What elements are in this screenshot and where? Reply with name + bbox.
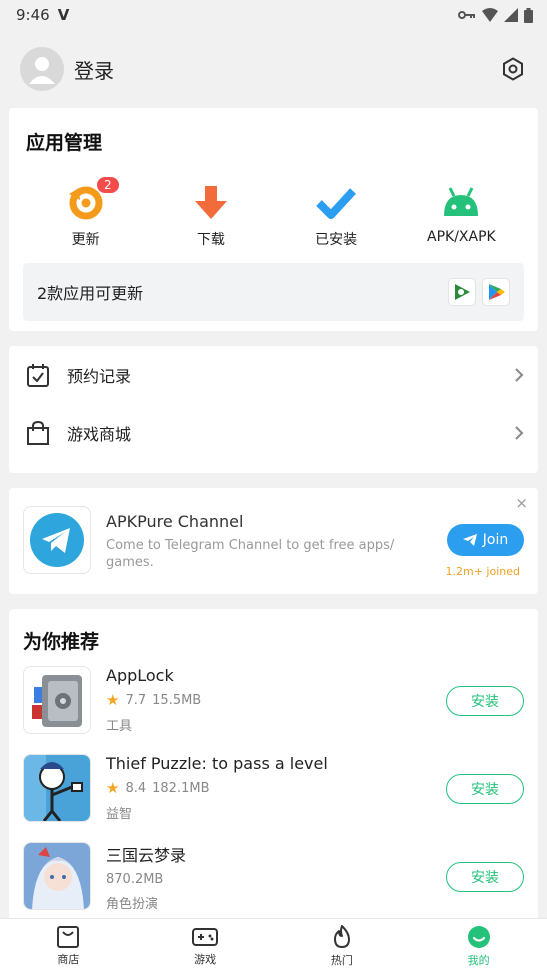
download-arrow-icon — [191, 183, 231, 223]
install-button[interactable]: 安装 — [446, 862, 524, 892]
store-icon — [57, 925, 80, 948]
app-category: 工具 — [106, 719, 133, 734]
thief-puzzle-app-icon — [23, 754, 91, 822]
app-category: 益智 — [106, 807, 133, 822]
apk-xapk-label: APK/XAPK — [427, 229, 496, 245]
sanguo-app-icon — [23, 842, 91, 910]
recommendations-list: AppLock ★ 7.7 15.5MB 工具 安装 Thief Puzzle:… — [23, 666, 524, 930]
calendar-check-icon — [27, 364, 49, 387]
available-updates-bar[interactable]: 2款应用可更新 — [23, 263, 524, 321]
promo-title: APKPure Channel — [106, 512, 244, 531]
chevron-right-icon — [515, 368, 524, 382]
clock: 9:46 — [16, 6, 50, 24]
available-updates-text: 2款应用可更新 — [37, 284, 144, 303]
download-action[interactable]: 下载 — [148, 183, 273, 249]
nav-item-store[interactable]: 商店 — [0, 919, 137, 973]
profile-header: 登录 — [0, 30, 547, 108]
app-rating: 7.7 — [125, 692, 147, 708]
reservations-label: 预约记录 — [67, 367, 132, 386]
joined-count: 1.2m+ joined — [445, 565, 521, 578]
star-icon: ★ — [106, 691, 120, 709]
telegram-logo — [23, 506, 91, 574]
nav-item-hot[interactable]: 热门 — [274, 919, 411, 973]
android-icon — [441, 183, 481, 223]
update-label: 更新 — [71, 232, 100, 248]
app-info: Thief Puzzle: to pass a level ★ 8.4 182.… — [106, 754, 328, 822]
nav-item-games[interactable]: 游戏 — [137, 919, 274, 973]
avatar[interactable] — [20, 47, 64, 91]
install-button[interactable]: 安装 — [446, 686, 524, 716]
update-app-icons — [448, 278, 510, 306]
app-name: Thief Puzzle: to pass a level — [106, 754, 328, 773]
smile-icon — [467, 925, 490, 948]
installed-label: 已安装 — [315, 232, 358, 248]
menu-item-reservations[interactable]: 预约记录 — [23, 346, 524, 404]
recommendations-title: 为你推荐 — [23, 631, 100, 653]
app-name: 三国云梦录 — [106, 846, 187, 865]
join-label: Join — [482, 532, 509, 548]
list-item[interactable]: AppLock ★ 7.7 15.5MB 工具 安装 — [23, 666, 524, 754]
app-size: 15.5MB — [152, 692, 202, 708]
close-icon[interactable]: × — [515, 494, 528, 512]
app-name: AppLock — [106, 666, 174, 685]
star-icon: ★ — [106, 779, 120, 797]
gear-icon — [503, 57, 523, 81]
promo-text: APKPure Channel Come to Telegram Channel… — [106, 506, 406, 571]
chevron-right-icon — [515, 426, 524, 440]
bottom-nav: 商店 游戏 热门 我的 — [0, 918, 547, 973]
nav-item-mine[interactable]: 我的 — [410, 919, 547, 973]
apk-xapk-action[interactable]: APK/XAPK — [399, 183, 524, 249]
nav-label-hot: 热门 — [330, 953, 353, 967]
app-meta: 870.2MB — [106, 872, 186, 887]
nav-label-games: 游戏 — [194, 952, 217, 966]
installed-action[interactable]: 已安装 — [274, 183, 399, 249]
menu-card: 预约记录 游戏商城 — [9, 346, 538, 473]
promo-description: Come to Telegram Channel to get free app… — [106, 538, 395, 570]
app-management-actions: 2 更新 下载 已安装 APK/XAPK — [23, 177, 524, 249]
menu-item-game-store[interactable]: 游戏商城 — [23, 404, 524, 462]
key-icon — [458, 11, 475, 19]
send-icon — [462, 534, 477, 546]
nav-label-store: 商店 — [57, 952, 80, 966]
signal-icon — [504, 8, 518, 22]
game-store-label: 游戏商城 — [67, 425, 132, 444]
flame-icon — [333, 924, 350, 948]
status-bar: 9:46 V — [0, 0, 547, 30]
settings-button[interactable] — [499, 55, 527, 83]
login-link[interactable]: 登录 — [74, 55, 114, 84]
app-size: 870.2MB — [106, 872, 164, 887]
play-games-icon — [448, 278, 476, 306]
app-info: 三国云梦录 870.2MB 角色扮演 — [106, 842, 186, 912]
gamepad-icon — [192, 927, 219, 946]
shopping-bag-icon — [27, 421, 49, 445]
play-store-icon — [482, 278, 510, 306]
app-management-card: 应用管理 2 更新 下载 已安装 APK/XAPK 2款应用可更新 — [9, 108, 538, 331]
join-button[interactable]: Join — [447, 524, 524, 556]
download-label: 下载 — [196, 232, 225, 248]
app-info: AppLock ★ 7.7 15.5MB 工具 — [106, 666, 201, 734]
list-item[interactable]: Thief Puzzle: to pass a level ★ 8.4 182.… — [23, 754, 524, 842]
battery-icon — [524, 7, 533, 23]
app-size: 182.1MB — [152, 780, 210, 796]
checkmark-icon — [316, 183, 357, 223]
list-item[interactable]: 三国云梦录 870.2MB 角色扮演 安装 — [23, 842, 524, 930]
update-count-badge: 2 — [97, 177, 119, 193]
app-meta: ★ 7.7 15.5MB — [106, 691, 201, 709]
carrier-icon: V — [57, 6, 70, 24]
app-category: 角色扮演 — [106, 897, 159, 912]
nav-label-mine: 我的 — [467, 953, 490, 967]
app-rating: 8.4 — [125, 780, 147, 796]
app-management-title: 应用管理 — [26, 132, 103, 154]
update-action[interactable]: 2 更新 — [23, 177, 148, 249]
telegram-icon — [30, 513, 84, 567]
wifi-icon — [482, 8, 498, 22]
applock-app-icon — [23, 666, 91, 734]
recommendations-card: 为你推荐 AppLock ★ 7.7 15.5MB 工具 安装 Thief Pu… — [9, 609, 538, 939]
person-icon — [29, 57, 55, 84]
app-meta: ★ 8.4 182.1MB — [106, 779, 328, 797]
telegram-promo-card: APKPure Channel Come to Telegram Channel… — [9, 488, 538, 594]
install-button[interactable]: 安装 — [446, 774, 524, 804]
